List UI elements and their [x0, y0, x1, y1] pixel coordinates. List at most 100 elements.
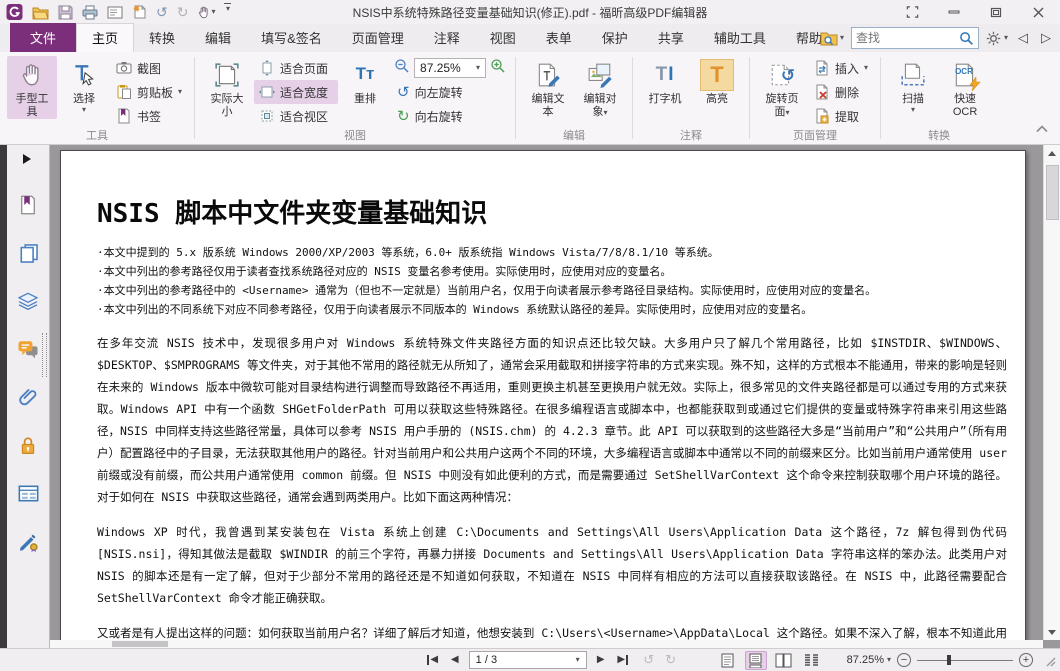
digital-signatures-panel-button[interactable] — [16, 529, 40, 553]
extract-pages-button[interactable]: 提取 — [809, 104, 873, 128]
select-tool-button[interactable]: 选择 ▾ — [59, 56, 109, 114]
tab-organize[interactable]: 页面管理 — [337, 24, 419, 52]
ribbon-tab-bar: 文件 主页 转换 编辑 填写&签名 页面管理 注释 视图 表单 保护 共享 辅助… — [0, 24, 1060, 52]
save-button[interactable] — [58, 3, 73, 21]
rotate-right-button[interactable]: ↻ 向右旋转 — [392, 104, 508, 128]
zoom-in-button[interactable]: + — [1019, 653, 1033, 667]
zoom-percentage-display[interactable]: 87.25% ▾ — [847, 654, 891, 666]
document-bullet: ·本文中列出的参考路径中的 <Username> 通常为（但也不一定就是）当前用… — [97, 281, 1007, 300]
document-bullet: ·本文中提到的 5.x 版系统 Windows 2000/XP/2003 等系统… — [97, 243, 1007, 262]
maximize-button[interactable] — [988, 5, 1004, 19]
tab-accessibility[interactable]: 辅助工具 — [699, 24, 781, 52]
customize-toolbar-button[interactable]: ▾ — [224, 3, 231, 21]
zoom-out-button[interactable] — [394, 58, 410, 79]
print-button[interactable] — [82, 3, 98, 21]
expand-panel-arrow-icon[interactable] — [23, 154, 31, 164]
undo-button[interactable]: ↺ — [156, 3, 168, 21]
tab-edit[interactable]: 编辑 — [190, 24, 246, 52]
tab-form[interactable]: 表单 — [531, 24, 587, 52]
horizontal-scrollbar[interactable] — [50, 640, 1043, 648]
attachments-panel-button[interactable] — [16, 385, 40, 409]
scroll-down-button[interactable] — [1044, 624, 1060, 640]
bookmark-button[interactable]: 书签 — [111, 104, 187, 128]
tab-convert[interactable]: 转换 — [134, 24, 190, 52]
previous-view-button[interactable]: ↺ — [641, 651, 657, 669]
rotate-pages-button[interactable]: ↺ 旋转页面▾ — [757, 56, 807, 119]
continuous-view-button[interactable] — [745, 651, 767, 670]
next-page-button[interactable]: ▶ — [593, 651, 609, 669]
bookmarks-panel-button[interactable] — [16, 193, 40, 217]
search-icon[interactable] — [959, 31, 974, 46]
fullscreen-button[interactable] — [904, 5, 920, 19]
window-resize-grip[interactable] — [1043, 654, 1056, 667]
zoom-slider[interactable] — [917, 653, 1013, 667]
close-button[interactable] — [1030, 5, 1046, 19]
actual-size-icon — [214, 59, 240, 91]
triangle-down-icon — [1048, 630, 1056, 635]
email-button[interactable] — [107, 3, 123, 21]
find-input[interactable] — [856, 31, 959, 45]
tab-comment[interactable]: 注释 — [419, 24, 475, 52]
settings-button[interactable]: ▾ — [986, 31, 1008, 46]
previous-page-button[interactable]: ◀ — [447, 651, 463, 669]
status-bar: ◀ ◀ 1 / 3 ▾ ▶ ▶ ↺ ↻ 87.25% ▾ − + — [0, 648, 1060, 671]
tab-file[interactable]: 文件 — [10, 23, 76, 52]
rotate-left-button[interactable]: ↺ 向左旋转 — [392, 80, 508, 104]
vertical-scrollbar-thumb[interactable] — [1046, 165, 1059, 220]
zoom-in-button[interactable] — [490, 58, 506, 79]
vertical-scrollbar[interactable] — [1043, 145, 1060, 640]
quick-ocr-button[interactable]: OCR 快速OCR — [940, 56, 990, 119]
scroll-up-button[interactable] — [1044, 145, 1060, 161]
comments-panel-button[interactable] — [16, 337, 40, 361]
tab-view[interactable]: 视图 — [475, 24, 531, 52]
tab-share[interactable]: 共享 — [643, 24, 699, 52]
panel-drag-handle[interactable] — [42, 333, 47, 377]
new-document-button[interactable] — [132, 3, 147, 21]
form-fields-panel-button[interactable] — [16, 481, 40, 505]
open-file-button[interactable] — [32, 3, 49, 21]
layers-panel-button[interactable] — [16, 289, 40, 313]
next-view-button[interactable]: ↻ — [663, 651, 679, 669]
last-page-button[interactable]: ▶ — [615, 651, 631, 669]
zoom-slider-thumb[interactable] — [947, 655, 951, 665]
typewriter-button[interactable]: TI 打字机 — [640, 56, 690, 106]
group-label-tools: 工具 — [0, 127, 194, 143]
redo-button[interactable]: ↻ — [177, 3, 189, 21]
insert-pages-button[interactable]: 插入 ▾ — [809, 56, 873, 80]
collapse-ribbon-button[interactable] — [1036, 120, 1048, 138]
hand-tool-button[interactable]: 手型工具 — [7, 56, 57, 119]
fit-visible-button[interactable]: 适合视区 — [254, 104, 338, 128]
first-page-button[interactable]: ◀ — [425, 651, 441, 669]
page-thumbnails-panel-button[interactable] — [16, 241, 40, 265]
page-number-combobox[interactable]: 1 / 3 ▾ — [469, 651, 587, 669]
edit-object-button[interactable]: 编辑对象▾ — [575, 56, 625, 119]
facing-view-button[interactable] — [773, 651, 795, 670]
snapshot-button[interactable]: 截图 — [111, 56, 187, 80]
hand-tool-quick-button[interactable]: ▾ — [197, 3, 215, 21]
fit-page-button[interactable]: 适合页面 — [254, 56, 338, 80]
reflow-button[interactable]: Tт 重排 — [340, 56, 390, 106]
scan-button[interactable]: 扫描 ▾ — [888, 56, 938, 114]
history-forward-button[interactable]: ▷ — [1038, 29, 1054, 47]
actual-size-button[interactable]: 实际大小 — [202, 56, 252, 119]
tab-home[interactable]: 主页 — [76, 23, 134, 52]
tab-fill-sign[interactable]: 填写&签名 — [246, 24, 337, 52]
security-panel-button[interactable] — [16, 433, 40, 457]
continuous-facing-view-button[interactable] — [801, 651, 823, 670]
continuous-facing-icon — [803, 653, 820, 668]
edit-text-button[interactable]: 编辑文本 — [523, 56, 573, 119]
minimize-button[interactable] — [946, 5, 962, 19]
zoom-out-button[interactable]: − — [897, 653, 911, 667]
single-page-view-button[interactable] — [717, 651, 739, 670]
group-label-edit: 编辑 — [516, 127, 632, 143]
delete-pages-button[interactable]: 删除 — [809, 80, 873, 104]
reflow-icon: Tт — [353, 59, 377, 91]
fit-width-button[interactable]: 适合宽度 — [254, 80, 338, 104]
horizontal-scrollbar-thumb[interactable] — [112, 641, 168, 647]
highlight-button[interactable]: T 高亮 — [692, 56, 742, 106]
history-back-button[interactable]: ◁ — [1015, 29, 1031, 47]
tab-protect[interactable]: 保护 — [587, 24, 643, 52]
search-scope-button[interactable]: ▾ — [820, 31, 844, 46]
zoom-level-combobox[interactable]: 87.25% ▾ — [414, 58, 486, 78]
clipboard-button[interactable]: 剪贴板 ▾ — [111, 80, 187, 104]
